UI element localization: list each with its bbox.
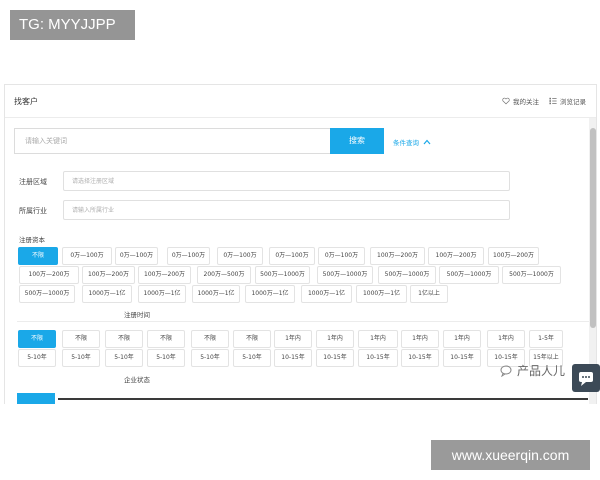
reg-time-option-chip[interactable]: 1年内 (358, 330, 398, 348)
reg-time-option-chip[interactable]: 5-10年 (105, 349, 143, 367)
reg-time-option-chip[interactable]: 不限 (62, 330, 100, 348)
watermark-brand: 产品人儿 (500, 362, 565, 379)
reg-time-option-chip[interactable]: 1年内 (487, 330, 525, 348)
capital-option-chip[interactable]: 0万—100万 (167, 247, 210, 265)
reg-time-option-chip[interactable]: 10-15年 (316, 349, 354, 367)
reg-time-option-chip[interactable]: 10-15年 (401, 349, 439, 367)
watermark-brand-text: 产品人儿 (517, 364, 566, 378)
my-favorites-label: 我的关注 (513, 98, 539, 106)
reg-time-option-chip[interactable]: 10-15年 (443, 349, 481, 367)
capital-option-chip[interactable]: 100万—200万 (428, 247, 484, 265)
reg-time-option-chip[interactable]: 1-5年 (529, 330, 563, 348)
capital-option-chip[interactable]: 不限 (18, 247, 58, 265)
reg-time-option-chip[interactable]: 不限 (105, 330, 143, 348)
capital-option-chip[interactable]: 100万—200万 (370, 247, 425, 265)
status-option-chip[interactable] (17, 393, 55, 404)
capital-option-chip[interactable]: 100万—200万 (488, 247, 539, 265)
reg-time-option-chip[interactable]: 1年内 (401, 330, 439, 348)
reg-time-option-chip[interactable]: 不限 (233, 330, 271, 348)
capital-option-chip[interactable]: 1000万—1亿 (356, 285, 407, 303)
screenshot-root: TG: MYYJJPP 找客户 我的关注 浏览记录 请输入关键词 搜索 条件查询… (0, 0, 600, 480)
capital-option-chip[interactable]: 500万—1000万 (502, 266, 561, 284)
reg-time-section-label: 注册时间 (124, 311, 150, 319)
chat-float-button[interactable] (572, 364, 600, 392)
find-customer-panel: 找客户 我的关注 浏览记录 搜索 (4, 84, 597, 404)
capital-option-chip[interactable]: 1000万—1亿 (245, 285, 295, 303)
wechat-icon (500, 365, 512, 377)
capital-option-chip[interactable]: 1000万—1亿 (192, 285, 240, 303)
heart-icon (502, 97, 510, 105)
reg-time-option-chip[interactable]: 不限 (18, 330, 56, 348)
browse-history-link[interactable]: 浏览记录 (549, 96, 586, 106)
search-button[interactable]: 搜索 (330, 128, 384, 154)
reg-time-option-chip[interactable]: 5-10年 (233, 349, 271, 367)
capital-option-chip[interactable]: 1000万—1亿 (301, 285, 352, 303)
capital-option-chip[interactable]: 100万—200万 (138, 266, 191, 284)
capital-option-chip[interactable]: 100万—200万 (82, 266, 135, 284)
capital-option-chip[interactable]: 0万—100万 (115, 247, 158, 265)
capital-section-label: 注册资本 (19, 236, 45, 244)
reg-time-option-chip[interactable]: 1年内 (274, 330, 312, 348)
region-label: 注册区域 (19, 178, 47, 186)
panel-header: 找客户 我的关注 浏览记录 (5, 85, 596, 118)
history-list-icon (549, 97, 557, 105)
capital-option-chip[interactable]: 200万—500万 (197, 266, 251, 284)
advanced-query-toggle[interactable]: 条件查询 (393, 137, 431, 147)
watermark-bottom: www.xueerqin.com (431, 440, 590, 470)
capital-option-chip[interactable]: 1亿以上 (410, 285, 448, 303)
capital-option-chip[interactable]: 0万—100万 (217, 247, 263, 265)
section-divider (17, 321, 591, 322)
capital-option-chip[interactable]: 1000万—1亿 (82, 285, 132, 303)
reg-time-option-chip[interactable]: 1年内 (316, 330, 354, 348)
chevron-up-icon (423, 139, 431, 145)
watermark-top: TG: MYYJJPP (10, 10, 135, 40)
panel-bottom-edge (58, 398, 588, 400)
status-section-label: 企业状态 (124, 376, 150, 384)
capital-option-chip[interactable]: 0万—100万 (269, 247, 315, 265)
scrollbar-thumb[interactable] (590, 128, 596, 328)
capital-option-chip[interactable]: 500万—1000万 (378, 266, 436, 284)
reg-time-option-chip[interactable]: 5-10年 (147, 349, 185, 367)
capital-option-chip[interactable]: 500万—1000万 (439, 266, 499, 284)
reg-time-option-chip[interactable]: 1年内 (443, 330, 481, 348)
region-select-input[interactable] (63, 171, 510, 191)
page-title: 找客户 (14, 97, 38, 106)
capital-option-chip[interactable]: 500万—1000万 (19, 285, 75, 303)
my-favorites-link[interactable]: 我的关注 (502, 96, 539, 106)
advanced-query-label: 条件查询 (393, 139, 419, 147)
browse-history-label: 浏览记录 (560, 98, 586, 106)
capital-option-chip[interactable]: 0万—100万 (62, 247, 112, 265)
capital-option-chip[interactable]: 500万—1000万 (255, 266, 310, 284)
reg-time-option-chip[interactable]: 10-15年 (274, 349, 312, 367)
reg-time-option-chip[interactable]: 5-10年 (18, 349, 56, 367)
chat-bubble-icon (579, 372, 593, 386)
reg-time-option-chip[interactable]: 不限 (147, 330, 185, 348)
industry-label: 所属行业 (19, 207, 47, 215)
industry-input[interactable] (63, 200, 510, 220)
reg-time-option-chip[interactable]: 5-10年 (191, 349, 229, 367)
reg-time-option-chip[interactable]: 10-15年 (358, 349, 398, 367)
keyword-search-input[interactable] (14, 128, 332, 154)
capital-option-chip[interactable]: 500万—1000万 (317, 266, 373, 284)
reg-time-option-chip[interactable]: 5-10年 (62, 349, 100, 367)
capital-option-chip[interactable]: 1000万—1亿 (138, 285, 186, 303)
reg-time-option-chip[interactable]: 不限 (191, 330, 229, 348)
capital-option-chip[interactable]: 0万—100万 (318, 247, 365, 265)
capital-option-chip[interactable]: 100万—200万 (19, 266, 79, 284)
